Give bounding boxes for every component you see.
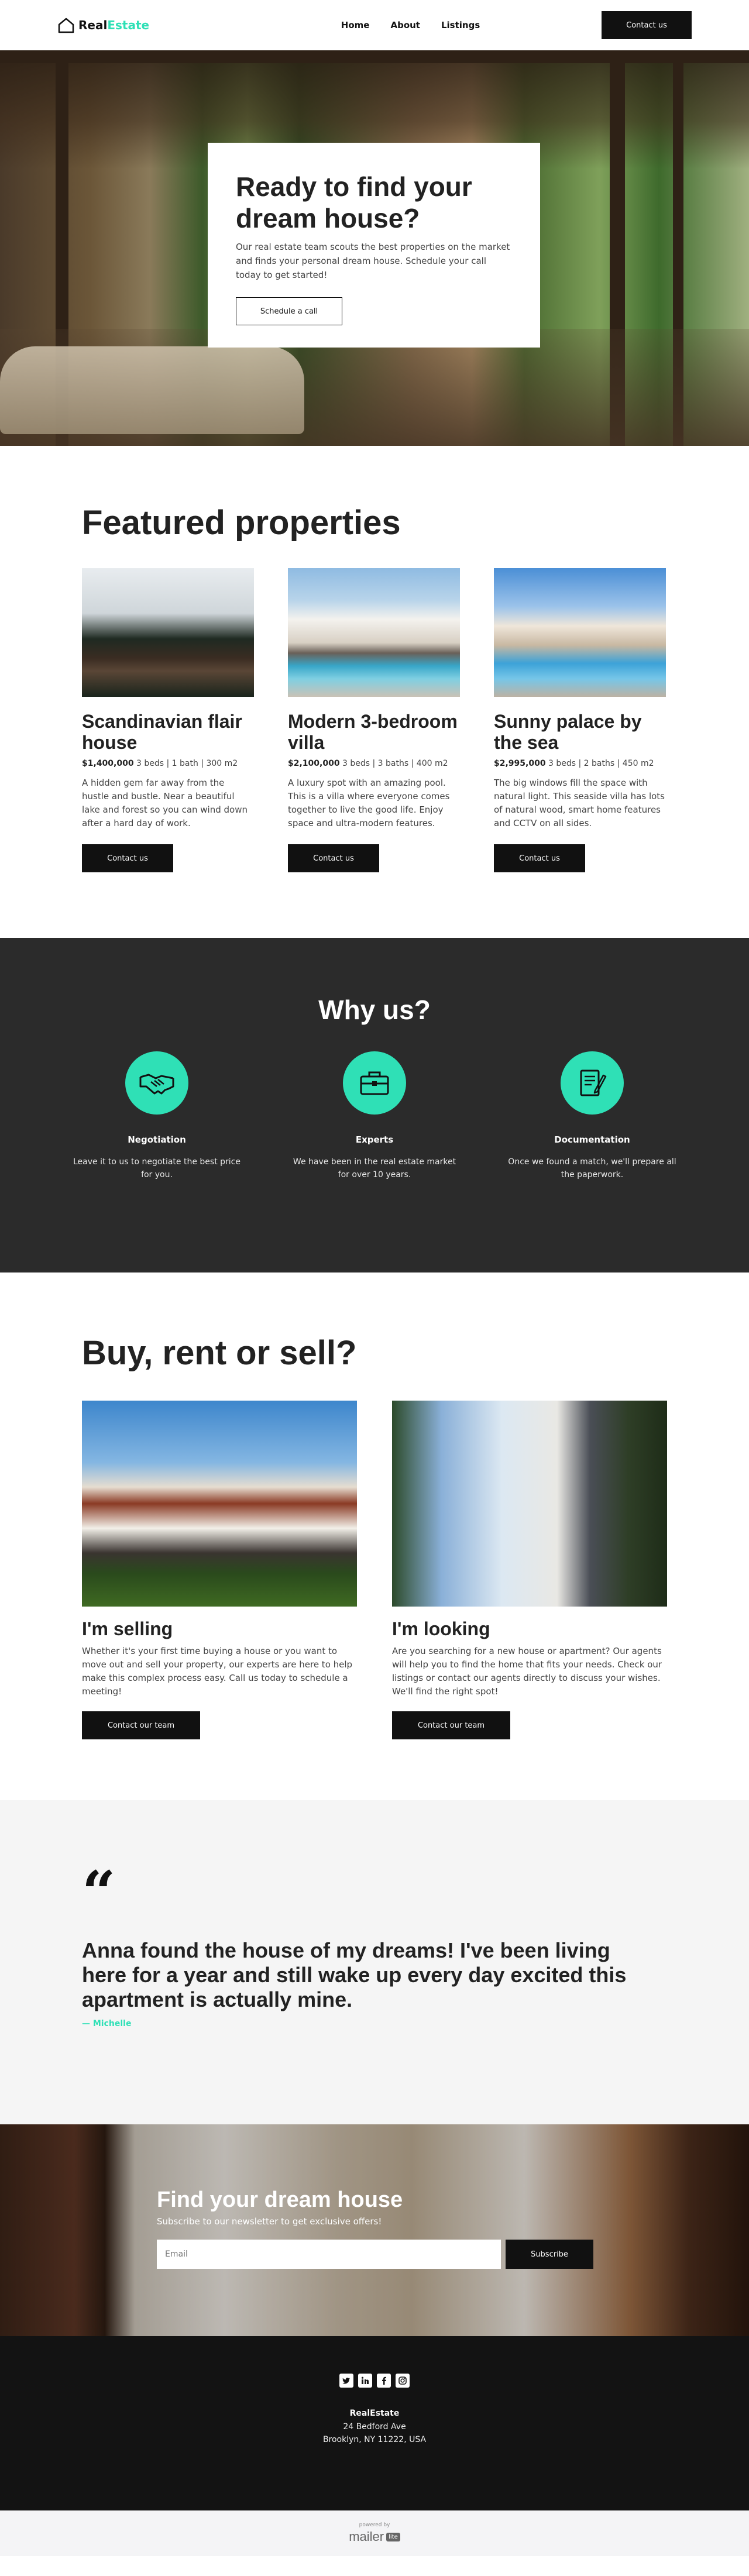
- footer-address-line2: Brooklyn, NY 11222, USA: [322, 2435, 427, 2444]
- hero-title: Ready to find your dream house?: [236, 171, 472, 233]
- why-section: Why us? Negotiation Leave it to us to ne…: [0, 938, 749, 1272]
- testimonial-quote: Anna found the house of my dreams! I've …: [82, 1938, 627, 2011]
- property-desc: The big windows fill the space with natu…: [494, 778, 665, 828]
- property-card: Sunny palace by the sea $2,995,000 3 bed…: [494, 568, 666, 872]
- main-nav: Home About Listings: [341, 20, 480, 30]
- hero-sofa: [0, 346, 304, 434]
- property-specs: 3 beds | 3 baths | 400 m2: [342, 759, 448, 768]
- email-input[interactable]: [157, 2240, 501, 2269]
- selling-image: [82, 1401, 357, 1607]
- why-item: Experts We have been in the real estate …: [282, 1051, 467, 1181]
- property-specs: 3 beds | 2 baths | 450 m2: [548, 759, 654, 768]
- why-item-text: Leave it to us to negotiate the best pri…: [73, 1157, 240, 1179]
- contact-team-button[interactable]: Contact our team: [392, 1711, 510, 1739]
- testimonial-author: — Michelle: [82, 2019, 132, 2028]
- footer-address-line1: 24 Bedford Ave: [343, 2422, 406, 2431]
- house-logo-icon: [58, 18, 74, 33]
- property-name: Modern 3-bedroom villa: [288, 711, 458, 753]
- logo-text-real: Real: [78, 18, 108, 32]
- newsletter-form: Subscribe: [157, 2240, 593, 2269]
- instagram-icon[interactable]: [396, 2374, 410, 2388]
- hero-card: Ready to find your dream house? Our real…: [208, 143, 540, 348]
- property-image[interactable]: [82, 568, 254, 697]
- logo[interactable]: Real Estate: [57, 17, 149, 33]
- buy-title: Buy, rent or sell?: [82, 1334, 357, 1372]
- briefcase-icon: [343, 1051, 406, 1115]
- contact-team-button[interactable]: Contact our team: [82, 1711, 200, 1739]
- linkedin-icon[interactable]: [358, 2374, 372, 2388]
- property-desc: A hidden gem far away from the hustle an…: [82, 778, 248, 828]
- property-price: $2,100,000: [288, 759, 340, 768]
- schedule-call-button[interactable]: Schedule a call: [236, 297, 342, 325]
- property-card: Scandinavian flair house $1,400,000 3 be…: [82, 568, 254, 872]
- mailer-name: mailer: [349, 2529, 384, 2544]
- property-meta: $2,995,000 3 beds | 2 baths | 450 m2: [494, 759, 666, 768]
- footer-address: 24 Bedford Ave Brooklyn, NY 11222, USA: [0, 2420, 749, 2446]
- newsletter-title: Find your dream house: [157, 2188, 403, 2212]
- why-item-title: Documentation: [554, 1134, 630, 1145]
- hero-beam: [0, 50, 749, 63]
- twitter-icon[interactable]: [339, 2374, 353, 2388]
- newsletter-content: Find your dream house Subscribe to our n…: [157, 2188, 593, 2269]
- buy-column-text: Are you searching for a new house or apa…: [392, 1646, 662, 1697]
- buy-column-title: I'm looking: [392, 1618, 490, 1639]
- nav-home[interactable]: Home: [341, 20, 370, 30]
- hero-text: Our real estate team scouts the best pro…: [236, 242, 510, 280]
- social-links: [0, 2374, 749, 2388]
- why-item: Negotiation Leave it to us to negotiate …: [64, 1051, 249, 1181]
- buy-column-title: I'm selling: [82, 1618, 173, 1639]
- mailer-lite-tag: lite: [386, 2532, 400, 2541]
- newsletter-section: Find your dream house Subscribe to our n…: [0, 2124, 749, 2336]
- mailer-logo: mailer lite: [349, 2529, 400, 2544]
- why-title: Why us?: [318, 995, 431, 1025]
- featured-title: Featured properties: [82, 504, 401, 542]
- property-name: Scandinavian flair house: [82, 711, 242, 753]
- property-contact-button[interactable]: Contact us: [494, 844, 585, 872]
- property-card: Modern 3-bedroom villa $2,100,000 3 beds…: [288, 568, 460, 872]
- footer-brand: RealEstate: [349, 2409, 400, 2418]
- why-item: Documentation Once we found a match, we'…: [500, 1051, 685, 1181]
- newsletter-subtitle: Subscribe to our newsletter to get exclu…: [157, 2216, 382, 2227]
- property-desc: A luxury spot with an amazing pool. This…: [288, 778, 450, 828]
- why-item-title: Experts: [355, 1134, 394, 1145]
- looking-image: [392, 1401, 667, 1607]
- nav-about[interactable]: About: [390, 20, 420, 30]
- property-contact-button[interactable]: Contact us: [82, 844, 173, 872]
- why-item-text: We have been in the real estate market f…: [293, 1157, 456, 1179]
- why-item-text: Once we found a match, we'll prepare all…: [508, 1157, 676, 1179]
- facebook-icon[interactable]: [377, 2374, 391, 2388]
- document-icon: [561, 1051, 624, 1115]
- featured-section: Featured properties Scandinavian flair h…: [0, 446, 749, 938]
- buy-columns: I'm selling Whether it's your first time…: [82, 1401, 667, 1739]
- header-contact-button[interactable]: Contact us: [602, 11, 692, 39]
- property-specs: 3 beds | 1 bath | 300 m2: [136, 759, 238, 768]
- buy-section: Buy, rent or sell? I'm selling Whether i…: [0, 1272, 749, 1800]
- mailerlite-badge[interactable]: powered by mailer lite: [0, 2510, 749, 2556]
- property-price: $2,995,000: [494, 759, 546, 768]
- testimonial-section: “ Anna found the house of my dreams! I'v…: [0, 1800, 749, 2124]
- nav-listings[interactable]: Listings: [441, 20, 480, 30]
- property-contact-button[interactable]: Contact us: [288, 844, 379, 872]
- handshake-icon: [125, 1051, 188, 1115]
- why-item-title: Negotiation: [128, 1134, 186, 1145]
- buy-column: I'm selling Whether it's your first time…: [82, 1401, 357, 1739]
- buy-column: I'm looking Are you searching for a new …: [392, 1401, 667, 1739]
- hero-section: Ready to find your dream house? Our real…: [0, 50, 749, 446]
- site-header: Real Estate Home About Listings Contact …: [0, 0, 749, 50]
- quote-icon: “: [82, 1858, 116, 1927]
- property-name: Sunny palace by the sea: [494, 711, 642, 753]
- property-image[interactable]: [494, 568, 666, 697]
- property-list: Scandinavian flair house $1,400,000 3 be…: [82, 568, 667, 872]
- buy-column-text: Whether it's your first time buying a ho…: [82, 1646, 353, 1697]
- property-image[interactable]: [288, 568, 460, 697]
- logo-text-estate: Estate: [107, 18, 150, 32]
- powered-by-text: powered by: [359, 2522, 390, 2528]
- property-meta: $2,100,000 3 beds | 3 baths | 400 m2: [288, 759, 460, 768]
- why-list: Negotiation Leave it to us to negotiate …: [0, 1051, 749, 1181]
- property-meta: $1,400,000 3 beds | 1 bath | 300 m2: [82, 759, 254, 768]
- subscribe-button[interactable]: Subscribe: [506, 2240, 593, 2269]
- site-footer: RealEstate 24 Bedford Ave Brooklyn, NY 1…: [0, 2336, 749, 2510]
- property-price: $1,400,000: [82, 759, 134, 768]
